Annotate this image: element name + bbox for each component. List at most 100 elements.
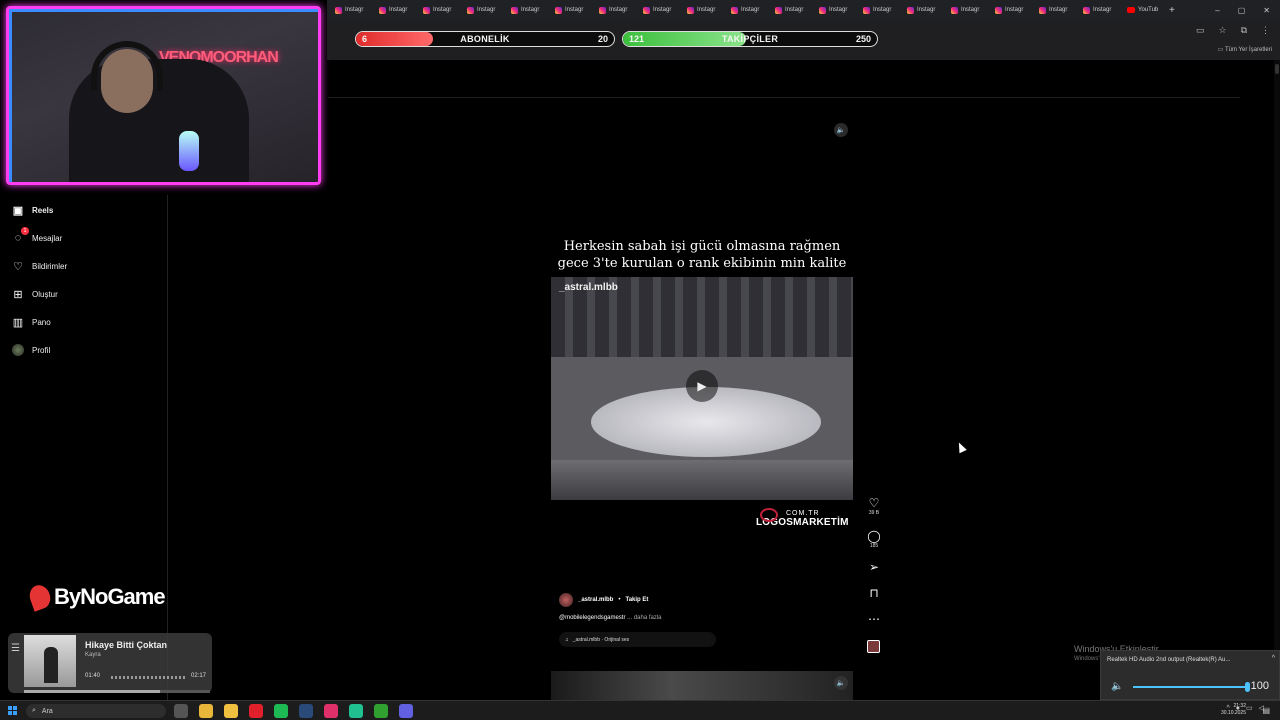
speaker-icon[interactable]: 🔈 xyxy=(1111,681,1123,692)
new-tab-button[interactable]: + xyxy=(1169,5,1175,16)
opera-icon[interactable] xyxy=(249,704,263,718)
close-button[interactable]: ✕ xyxy=(1263,6,1270,15)
instagram-icon xyxy=(995,6,1002,14)
sidebar-item-profile[interactable]: Profil xyxy=(12,343,50,357)
notification-icon[interactable]: ▤ xyxy=(1262,706,1270,715)
sidebar-item-dashboard[interactable]: ▥ Pano xyxy=(12,315,51,329)
browser-tab[interactable]: Instagr xyxy=(679,0,723,20)
steam-icon[interactable] xyxy=(299,704,313,718)
extensions-icon[interactable]: ⧉ xyxy=(1241,25,1247,36)
tab-label: Instagr xyxy=(389,7,408,13)
browser-tab-bar: Instagr Instagr Instagr Instagr Instagr Insta… xyxy=(327,0,1280,20)
reel-author: _astral.mlbb • Takip Et xyxy=(559,593,648,607)
messenger-glyph: ◌ xyxy=(14,232,22,244)
sidebar-item-label: Oluştur xyxy=(32,289,58,299)
browser-tab[interactable]: Instagr xyxy=(503,0,547,20)
browser-tab[interactable]: Instagr xyxy=(811,0,855,20)
clock-date: 30.10.2025 xyxy=(1220,710,1246,716)
scrollbar-thumb[interactable] xyxy=(1275,64,1279,74)
description-text[interactable]: @mobilelegendsgamestr xyxy=(559,615,625,621)
more-link[interactable]: ... daha fazla xyxy=(627,615,661,621)
browser-tab[interactable]: Instagr xyxy=(371,0,415,20)
chevron-up-icon[interactable]: ^ xyxy=(1272,655,1275,662)
save-button[interactable]: ⊓ xyxy=(864,586,884,600)
sidebar-item-messages[interactable]: ◌ 1 Mesajlar xyxy=(12,227,62,245)
reel-video[interactable]: _astral.mlbb ▶ xyxy=(551,277,853,500)
minimize-button[interactable]: – xyxy=(1215,6,1219,15)
heart-icon: ♡ xyxy=(13,260,23,273)
mute-icon[interactable]: 🔈 xyxy=(834,123,848,137)
instagram-icon xyxy=(555,6,562,14)
author-username[interactable]: _astral.mlbb xyxy=(578,597,613,603)
star-icon[interactable]: ☆ xyxy=(1218,25,1226,36)
volume-slider-knob[interactable] xyxy=(1245,682,1250,692)
browser-tab[interactable]: Instagr xyxy=(591,0,635,20)
profile-avatar-icon xyxy=(12,344,24,356)
maximize-button[interactable]: ▢ xyxy=(1238,6,1246,15)
audio-thumbnail[interactable] xyxy=(867,640,880,653)
follow-button[interactable]: Takip Et xyxy=(625,597,648,603)
browser-tab[interactable]: Instagr xyxy=(767,0,811,20)
cast-icon[interactable]: ▭ xyxy=(1196,25,1205,36)
browser-tab[interactable]: Instagr xyxy=(855,0,899,20)
folder-icon: ▭ xyxy=(1217,47,1225,53)
browser-tab[interactable]: Instagr xyxy=(1031,0,1075,20)
browser-tab[interactable]: Instagr xyxy=(459,0,503,20)
spotify-icon[interactable] xyxy=(274,704,288,718)
next-reel-preview[interactable] xyxy=(551,671,853,700)
sidebar-item-reels[interactable]: ▣ Reels xyxy=(12,203,54,217)
browser-tab[interactable]: YouTub xyxy=(1119,0,1163,20)
browser-tab[interactable]: Instagr xyxy=(327,0,371,20)
browser-tab[interactable]: Instagr xyxy=(415,0,459,20)
volume-slider[interactable] xyxy=(1133,682,1250,692)
browser-tab[interactable]: Instagr xyxy=(547,0,591,20)
waveform xyxy=(111,676,185,679)
track-progress[interactable] xyxy=(24,690,210,693)
taskbar-clock[interactable]: 21:32 30.10.2025 xyxy=(1221,703,1246,717)
file-explorer-icon[interactable] xyxy=(224,704,238,718)
audio-attribution[interactable]: ♫ _astral.mlbb · Orijinal ses xyxy=(559,632,716,647)
reel-description: @mobilelegendsgamestr ... daha fazla xyxy=(559,615,662,621)
browser-tab[interactable]: Instagr xyxy=(723,0,767,20)
windows-start-icon[interactable] xyxy=(8,706,17,715)
menu-icon[interactable]: ☰ xyxy=(11,643,20,654)
tab-label: Instagr xyxy=(697,7,716,13)
share-button[interactable]: ➢ xyxy=(864,560,884,574)
taskbar-search[interactable]: ⌕ Ara xyxy=(26,704,166,718)
discord-icon[interactable] xyxy=(399,704,413,718)
xbox-icon[interactable] xyxy=(374,704,388,718)
browser-tab[interactable]: Instagr xyxy=(899,0,943,20)
avatar[interactable] xyxy=(559,593,573,607)
tab-label: Instagr xyxy=(345,7,364,13)
instagram-sidebar: ▣ Reels ◌ 1 Mesajlar ♡ Bildirimler ⊞ Oluş… xyxy=(0,195,168,700)
browser-tab[interactable]: Instagr xyxy=(987,0,1031,20)
reels-icon: ▣ xyxy=(12,204,24,217)
comment-count: 185 xyxy=(869,543,879,549)
dashboard-icon: ▥ xyxy=(12,316,24,329)
sidebar-item-create[interactable]: ⊞ Oluştur xyxy=(12,287,58,301)
play-icon[interactable]: ▶ xyxy=(686,370,718,402)
clock-time: 21:32 xyxy=(1233,703,1246,709)
tab-label: Instagr xyxy=(653,7,672,13)
browser-tab[interactable]: Instagr xyxy=(635,0,679,20)
instagram-icon xyxy=(511,6,518,14)
page-scrollbar[interactable] xyxy=(1274,60,1280,700)
streamlabs-icon[interactable] xyxy=(324,704,338,718)
browser-tab[interactable]: Instagr xyxy=(943,0,987,20)
menu-icon[interactable]: ⋮ xyxy=(1261,25,1270,36)
sidebar-item-label: Profil xyxy=(32,345,51,355)
comment-button[interactable]: ◯ 185 xyxy=(864,529,884,549)
sidebar-item-notifications[interactable]: ♡ Bildirimler xyxy=(12,259,67,273)
like-button[interactable]: ♡ 39 B xyxy=(864,496,884,516)
media-icon[interactable] xyxy=(349,704,363,718)
task-view-icon[interactable] xyxy=(174,704,188,718)
more-button[interactable]: ⋯ xyxy=(864,612,884,626)
network-icon[interactable]: ▭ xyxy=(1246,704,1253,712)
browser-tab[interactable]: Instagr xyxy=(1075,0,1119,20)
mute-icon[interactable]: 🔈 xyxy=(834,676,848,690)
tab-label: Instagr xyxy=(609,7,628,13)
separator: • xyxy=(618,597,621,603)
audio-device-name[interactable]: Realtek HD Audio 2nd output (Realtek(R) … xyxy=(1107,657,1230,663)
chrome-icon[interactable] xyxy=(199,704,213,718)
all-bookmarks[interactable]: ▭ Tüm Yer İşaretleri xyxy=(1218,46,1272,53)
